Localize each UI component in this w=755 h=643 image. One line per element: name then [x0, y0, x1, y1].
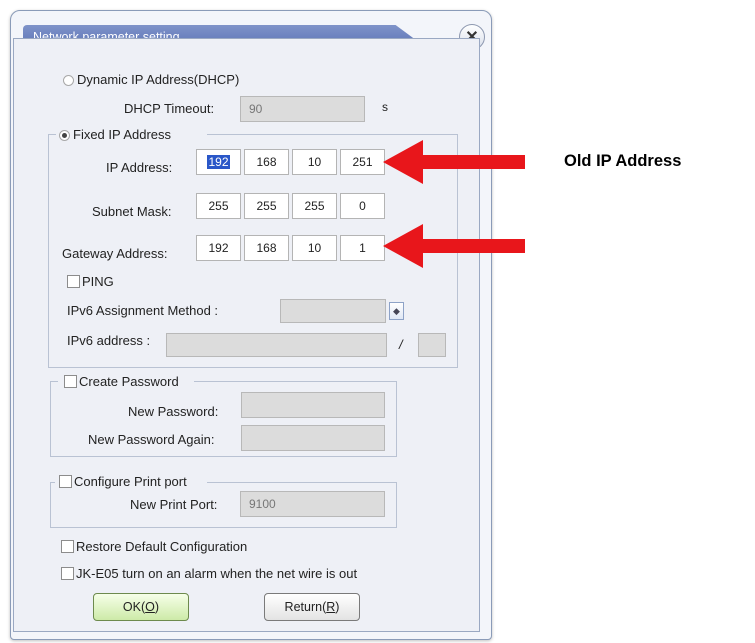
dhcp-radio-label: Dynamic IP Address(DHCP)	[77, 72, 240, 87]
create-password-checkbox[interactable]	[64, 375, 77, 388]
ipv6-address-label: IPv6 address :	[67, 333, 151, 348]
gateway-address-label: Gateway Address:	[62, 246, 168, 261]
ip-octet-3[interactable]: 10	[292, 149, 337, 175]
configure-print-port-checkbox[interactable]	[59, 475, 72, 488]
ip-address-input: 192 168 10 251	[196, 149, 385, 175]
alarm-label: JK-E05 turn on an alarm when the net wir…	[76, 566, 358, 581]
ok-button-accesskey: O	[145, 600, 155, 614]
new-password-label: New Password:	[128, 404, 219, 419]
restore-default-label: Restore Default Configuration	[76, 539, 248, 554]
restore-default-checkbox[interactable]	[61, 540, 74, 553]
ipv6-method-select[interactable]	[280, 299, 386, 323]
new-print-port-label: New Print Port:	[130, 497, 218, 512]
ping-checkbox[interactable]	[67, 275, 80, 288]
ok-button-text: OK(	[122, 600, 146, 614]
ip-arrow	[383, 140, 525, 184]
dhcp-timeout-input[interactable]: 90	[240, 96, 365, 122]
old-ip-callout: Old IP Address	[564, 152, 682, 170]
ip-octet-4[interactable]: 251	[340, 149, 385, 175]
fixed-ip-radio-label: Fixed IP Address	[73, 127, 172, 142]
create-password-label: Create Password	[79, 374, 179, 389]
mask-octet-3[interactable]: 255	[292, 193, 337, 219]
mask-octet-1[interactable]: 255	[196, 193, 241, 219]
gateway-arrow	[383, 224, 525, 268]
ok-button-text-end: )	[154, 600, 160, 614]
gateway-octet-4[interactable]: 1	[340, 235, 385, 261]
alarm-checkbox[interactable]	[61, 567, 74, 580]
ip-address-label: IP Address:	[106, 160, 173, 175]
fixed-ip-radio[interactable]	[59, 130, 70, 141]
dhcp-timeout-unit: s	[382, 100, 388, 114]
gateway-arrow-shape	[383, 224, 525, 268]
gateway-address-input: 192 168 10 1	[196, 235, 385, 261]
ipv6-prefix-input[interactable]	[418, 333, 446, 357]
subnet-mask-input: 255 255 255 0	[196, 193, 385, 219]
new-password-again-label: New Password Again:	[88, 432, 215, 447]
return-button[interactable]: Return(R)	[264, 593, 360, 621]
ok-button[interactable]: OK(O)	[93, 593, 189, 621]
gateway-octet-3[interactable]: 10	[292, 235, 337, 261]
subnet-mask-label: Subnet Mask:	[92, 204, 172, 219]
dhcp-timeout-label: DHCP Timeout:	[124, 101, 215, 116]
spinner-arrows-icon[interactable]: ◆	[389, 302, 404, 320]
new-password-again-input[interactable]	[241, 425, 385, 451]
mask-octet-2[interactable]: 255	[244, 193, 289, 219]
return-button-text-end: )	[335, 600, 340, 614]
ping-label: PING	[82, 274, 114, 289]
configure-print-port-label: Configure Print port	[74, 474, 187, 489]
gateway-octet-2[interactable]: 168	[244, 235, 289, 261]
return-button-accesskey: R	[326, 600, 336, 614]
ip-arrow-shape	[383, 140, 525, 184]
ipv6-slash: /	[399, 337, 403, 352]
ipv6-address-input[interactable]	[166, 333, 387, 357]
ipv6-method-label: IPv6 Assignment Method :	[67, 303, 219, 318]
new-print-port-input[interactable]: 9100	[240, 491, 385, 517]
ip-octet-1[interactable]: 192	[196, 149, 241, 175]
ip-octet-2[interactable]: 168	[244, 149, 289, 175]
new-password-input[interactable]	[241, 392, 385, 418]
gateway-octet-1[interactable]: 192	[196, 235, 241, 261]
dhcp-radio[interactable]	[63, 75, 74, 86]
return-button-text: Return(	[284, 600, 327, 614]
mask-octet-4[interactable]: 0	[340, 193, 385, 219]
